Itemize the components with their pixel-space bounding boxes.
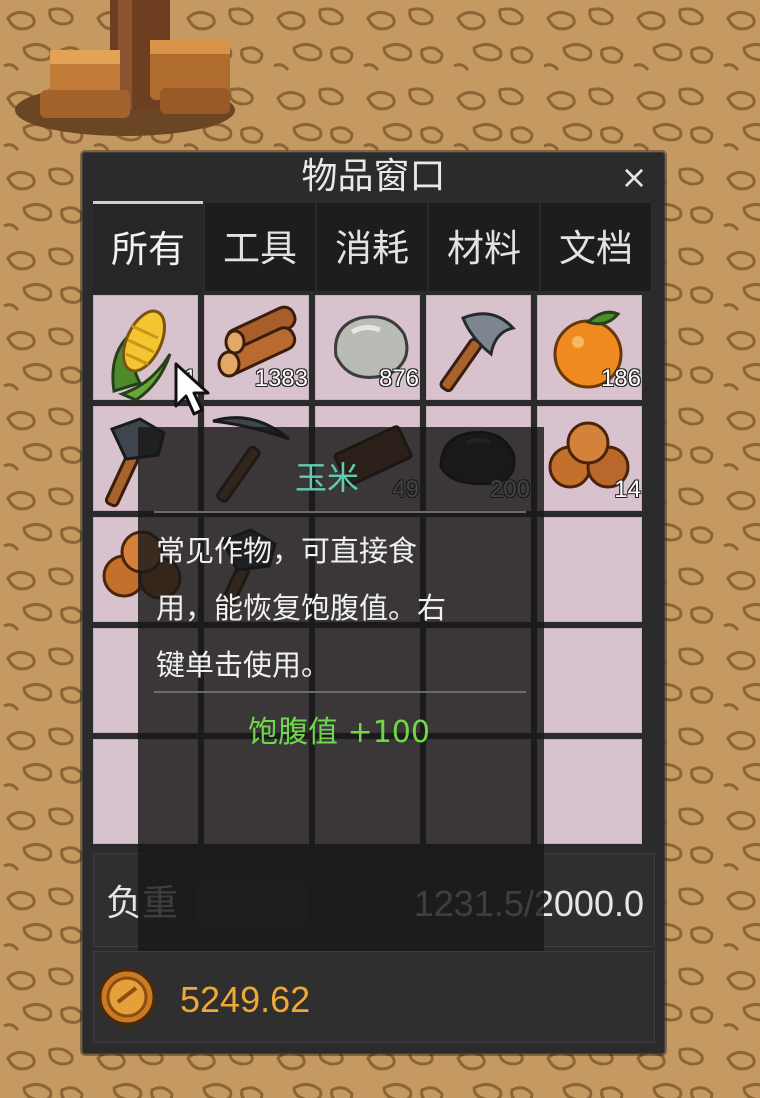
item-slot-stone[interactable]: 876	[315, 295, 420, 400]
tooltip-divider	[154, 511, 526, 513]
tooltip-item-name: 玉米	[294, 459, 359, 497]
item-slot-empty[interactable]	[537, 739, 642, 844]
tab-documents[interactable]: 文档	[541, 203, 651, 291]
item-slot-axe[interactable]	[426, 295, 531, 400]
tooltip-divider	[154, 691, 526, 693]
item-slot-empty[interactable]	[537, 628, 642, 733]
item-count: 186	[600, 365, 641, 392]
close-icon[interactable]: ×	[618, 159, 650, 195]
tooltip-description-line: 键单击使用。	[156, 648, 331, 682]
item-count: 14	[614, 476, 641, 503]
tab-consumables[interactable]: 消耗	[317, 203, 427, 291]
tooltip-effect: 饱腹值 +100	[248, 715, 430, 750]
category-tabs: 所有 工具 消耗 材料 文档	[93, 201, 653, 294]
tab-all[interactable]: 所有	[93, 201, 203, 294]
tab-materials[interactable]: 材料	[429, 203, 539, 291]
item-tooltip: 玉米 常见作物，可直接食 用，能恢复饱腹值。右 键单击使用。 饱腹值 +100	[138, 427, 544, 951]
money-panel: 5249.62	[93, 951, 655, 1043]
tooltip-description-line: 常见作物，可直接食	[156, 534, 418, 568]
item-slot-orange[interactable]: 186	[537, 295, 642, 400]
item-slot-wood-logs[interactable]: 1383	[204, 295, 309, 400]
item-count: 1383	[254, 365, 308, 392]
mouse-cursor-icon	[174, 362, 210, 416]
tab-tools[interactable]: 工具	[205, 203, 315, 291]
axe-icon	[439, 312, 516, 393]
tree-stump-sprite	[15, 0, 235, 136]
tooltip-description-line: 用，能恢复饱腹值。右	[156, 591, 447, 625]
money-value: 5249.62	[180, 979, 311, 1020]
coin-icon	[98, 968, 156, 1026]
window-title: 物品窗口	[301, 156, 446, 197]
tooltip-description: 常见作物，可直接食 用，能恢复饱腹值。右 键单击使用。	[156, 523, 516, 694]
item-slot-empty[interactable]	[537, 517, 642, 622]
item-slot-copper-ore[interactable]: 14	[537, 406, 642, 511]
item-count: 876	[378, 365, 419, 392]
